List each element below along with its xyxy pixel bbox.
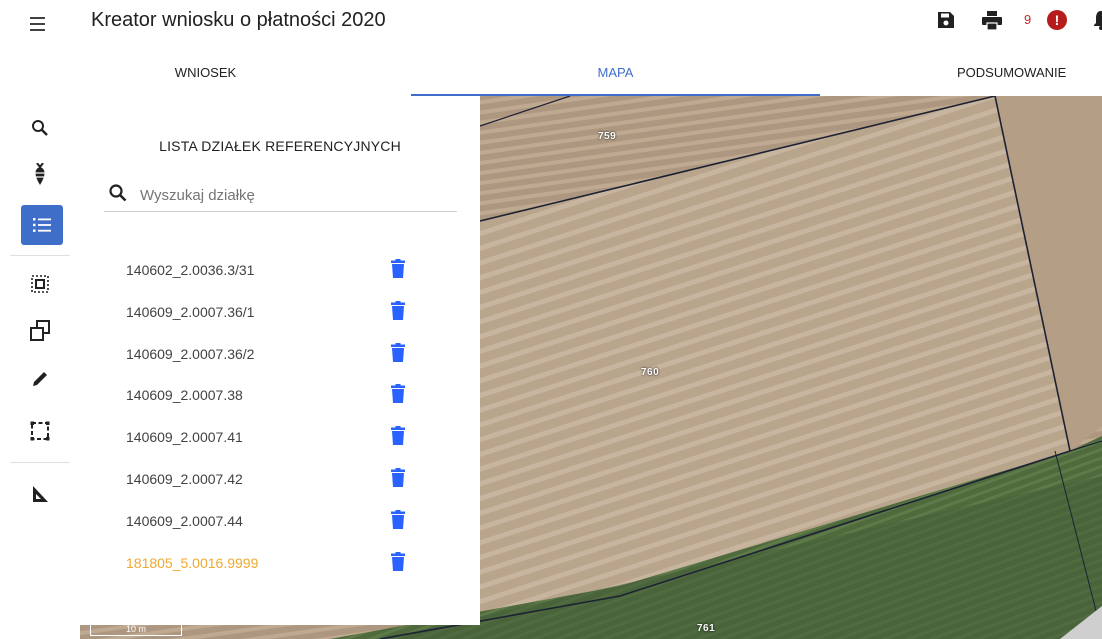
select-area-icon — [31, 275, 49, 293]
parcel-name[interactable]: 140609_2.0007.36/1 — [126, 304, 254, 320]
map-toolbar — [0, 96, 80, 639]
list-item: 140609_2.0007.42 — [80, 465, 480, 507]
trash-icon[interactable] — [391, 509, 405, 529]
trash-icon[interactable] — [391, 342, 405, 362]
list-item: 140602_2.0036.3/31 — [80, 256, 480, 298]
trash-icon[interactable] — [391, 551, 405, 571]
error-icon[interactable]: ! — [1047, 10, 1067, 30]
parcel-name-highlighted[interactable]: 181805_5.0016.9999 — [126, 555, 258, 571]
parcel-list: 140602_2.0036.3/31 140609_2.0007.36/1 14… — [80, 256, 480, 590]
parcel-name[interactable]: 140609_2.0007.41 — [126, 429, 243, 445]
bell-icon[interactable] — [1093, 10, 1102, 35]
select-area-tool-button[interactable] — [20, 266, 60, 302]
tab-bar: WNIOSEK MAPA PODSUMOWANIE — [0, 48, 1102, 96]
search-tool-button[interactable] — [20, 110, 60, 146]
copy-polygon-icon — [30, 320, 50, 341]
parcel-name[interactable]: 140609_2.0007.36/2 — [126, 346, 254, 362]
trash-icon[interactable] — [391, 259, 405, 278]
plant-icon — [35, 163, 45, 185]
parcel-label-760: 760 — [641, 367, 660, 378]
pencil-icon — [33, 372, 47, 386]
parcel-name[interactable]: 140609_2.0007.38 — [126, 387, 243, 403]
toolbar-divider — [10, 462, 70, 463]
top-bar: Kreator wniosku o płatności 2020 9 ! — [0, 0, 1102, 48]
list-item: 140609_2.0007.36/1 — [80, 298, 480, 340]
trash-icon[interactable] — [391, 426, 405, 446]
error-count: 9 — [1024, 12, 1032, 27]
save-icon[interactable] — [937, 11, 955, 34]
parcel-name[interactable]: 140602_2.0036.3/31 — [126, 262, 254, 278]
list-icon — [33, 218, 51, 232]
page-title: Kreator wniosku o płatności 2020 — [91, 9, 386, 31]
parcel-label-759: 759 — [598, 131, 617, 142]
parcel-label-761: 761 — [697, 623, 716, 634]
trash-icon[interactable] — [391, 467, 405, 487]
rectangle-select-icon — [30, 421, 50, 441]
parcel-search-input[interactable] — [140, 180, 450, 210]
trash-icon[interactable] — [391, 300, 405, 320]
search-icon — [32, 120, 48, 136]
trash-icon[interactable] — [391, 384, 405, 404]
plant-tool-button[interactable] — [20, 156, 60, 192]
parcel-name[interactable]: 140609_2.0007.42 — [126, 471, 243, 487]
parcel-search — [104, 180, 457, 212]
print-icon[interactable] — [982, 11, 1002, 35]
tab-podsumowanie[interactable]: PODSUMOWANIE — [820, 48, 1102, 96]
list-item: 140609_2.0007.44 — [80, 507, 480, 549]
list-item: 181805_5.0016.9999 — [80, 549, 480, 591]
map-scale: 10 m — [90, 624, 182, 636]
app-window: Kreator wniosku o płatności 2020 9 ! WNI… — [0, 0, 1102, 639]
measure-icon — [33, 486, 48, 502]
list-item: 140609_2.0007.36/2 — [80, 340, 480, 382]
parcel-list-panel: LISTA DZIAŁEK REFERENCYJNYCH 140602_2.00… — [80, 96, 480, 625]
list-item: 140609_2.0007.41 — [80, 423, 480, 465]
tab-mapa[interactable]: MAPA — [411, 48, 820, 96]
search-icon — [109, 184, 127, 202]
rectangle-select-tool-button[interactable] — [20, 413, 60, 449]
toolbar-divider — [10, 255, 70, 256]
list-item: 140609_2.0007.38 — [80, 381, 480, 423]
panel-title: LISTA DZIAŁEK REFERENCYJNYCH — [80, 138, 480, 154]
parcel-name[interactable]: 140609_2.0007.44 — [126, 513, 243, 529]
parcel-list-tool-button[interactable] — [21, 205, 63, 245]
draw-tool-button[interactable] — [20, 361, 60, 397]
copy-polygon-tool-button[interactable] — [20, 313, 60, 349]
menu-icon[interactable] — [27, 12, 51, 36]
panel-title-text: LISTA DZIAŁEK REFERENCYJNYCH — [159, 138, 401, 154]
tab-wniosek[interactable]: WNIOSEK — [0, 48, 411, 96]
measure-tool-button[interactable] — [20, 476, 60, 512]
